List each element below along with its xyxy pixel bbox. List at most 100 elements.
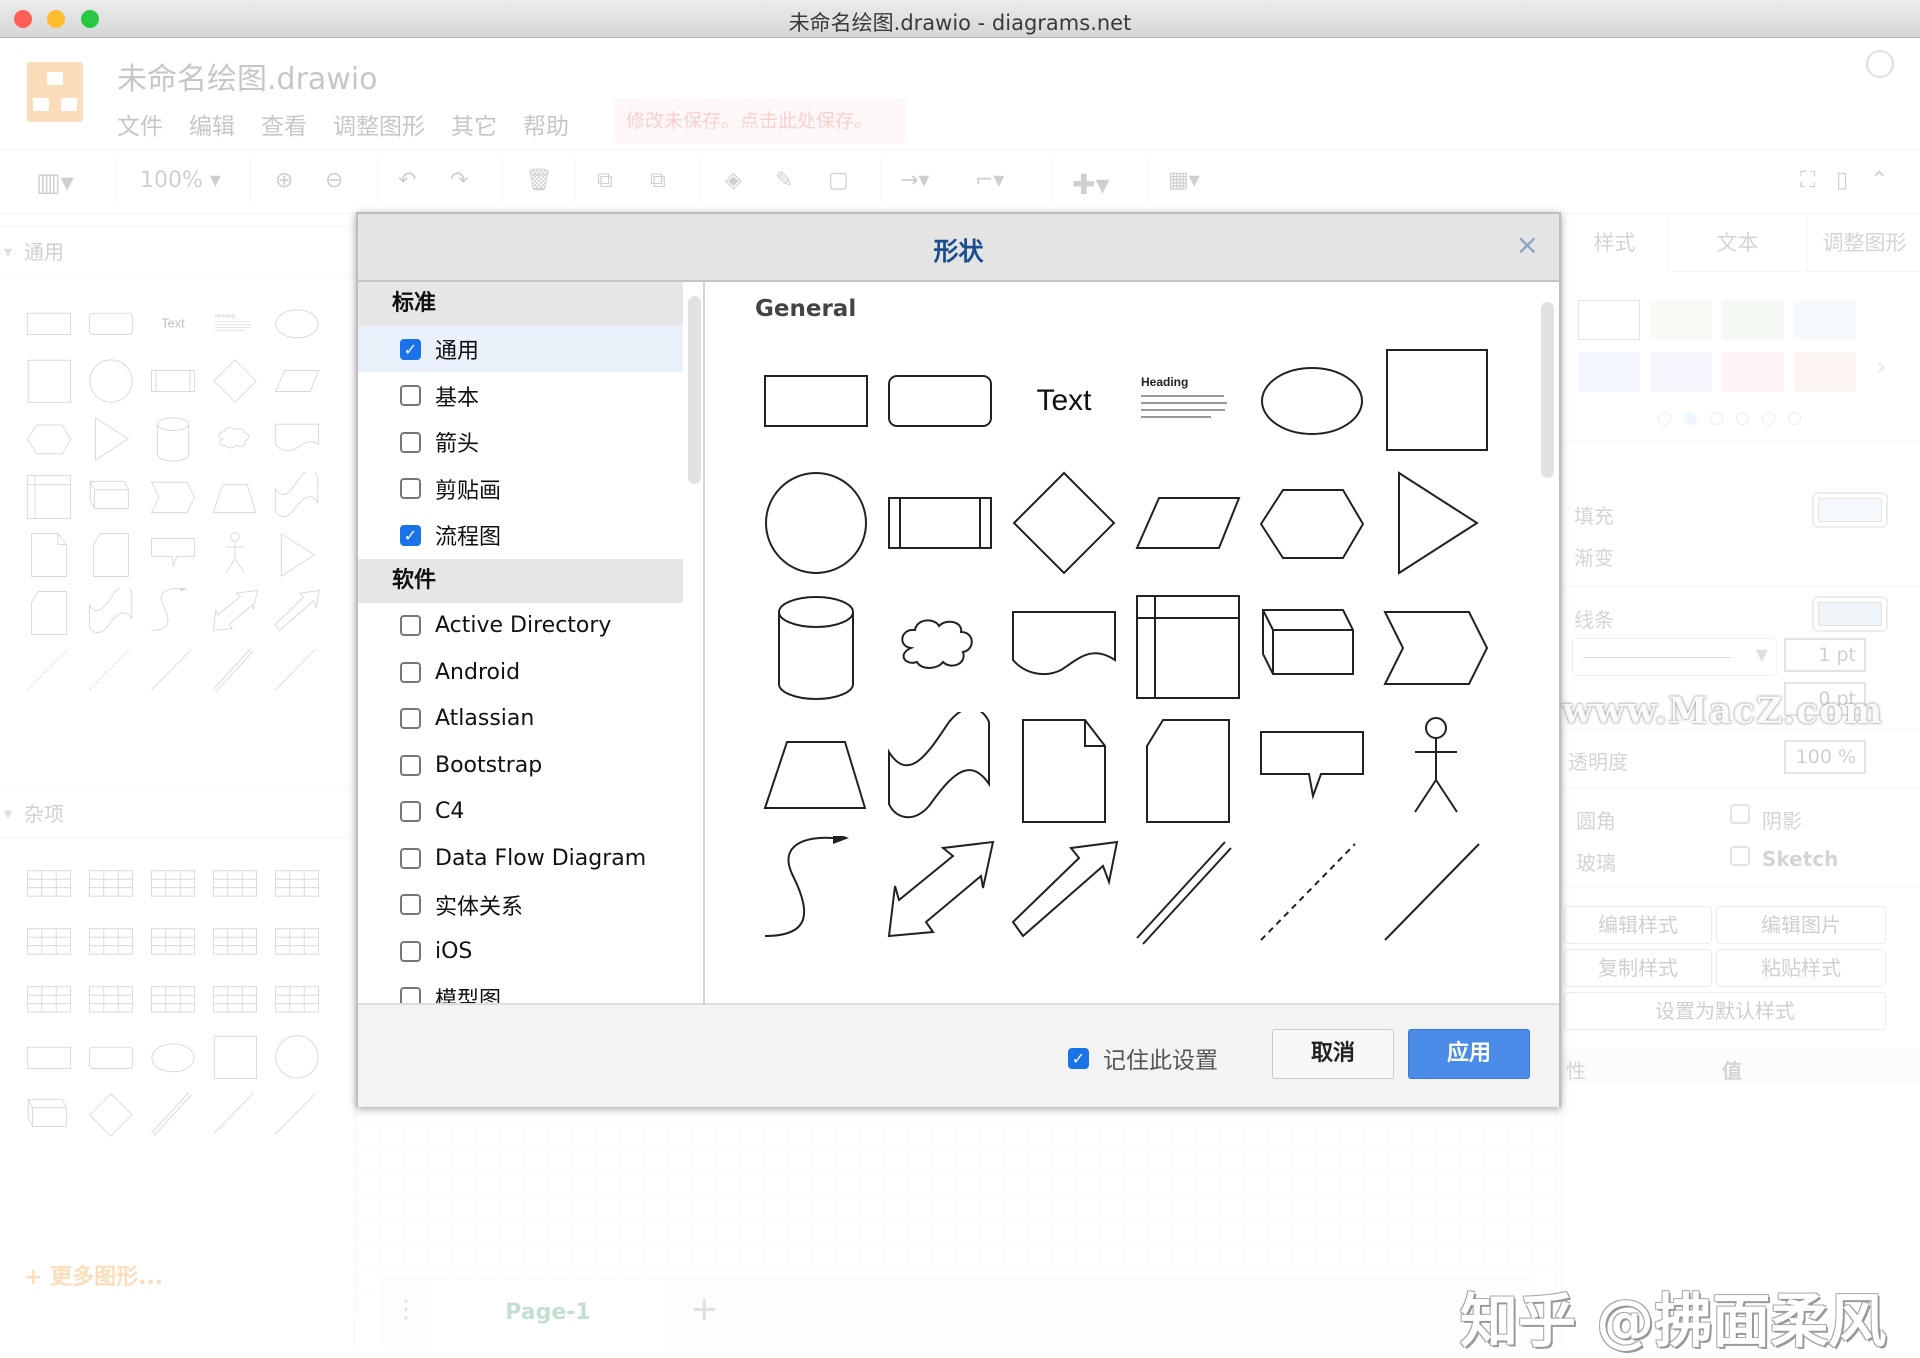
sidebar-shape-text[interactable]: Text (142, 294, 204, 352)
sidebar-shape-rounded-rectangle[interactable] (80, 294, 142, 352)
tab-style[interactable]: 样式 (1562, 214, 1667, 272)
style-swatch[interactable] (1650, 300, 1712, 340)
library-checkbox[interactable] (400, 708, 421, 729)
library-checkbox[interactable] (400, 801, 421, 822)
sidebar-misc-shape-ellipse[interactable] (142, 1028, 204, 1086)
delete-icon[interactable]: 🗑 (525, 168, 553, 193)
library-item[interactable]: 实体关系 (358, 882, 683, 928)
zoom-in-icon[interactable]: ⊕ (275, 168, 293, 193)
shape-line[interactable] (1377, 836, 1495, 954)
sidebar-misc-table-shape[interactable] (204, 970, 266, 1028)
sketch-checkbox[interactable] (1730, 846, 1750, 866)
style-swatch[interactable] (1722, 300, 1784, 340)
library-item[interactable]: ✓ 流程图 (358, 512, 683, 558)
sidebar-misc-shape-diamond[interactable] (80, 1086, 142, 1144)
style-swatch[interactable] (1650, 352, 1712, 392)
library-item[interactable]: ✓ 通用 (358, 326, 683, 372)
sidebar-shape-internal-storage[interactable] (18, 468, 80, 526)
preview-scrollbar[interactable] (1541, 302, 1554, 478)
shape-ellipse[interactable] (1253, 340, 1371, 458)
cancel-button[interactable]: 取消 (1272, 1029, 1394, 1079)
page-tab-page-1[interactable]: Page-1 (430, 1279, 666, 1347)
sidebar-misc-table-shape[interactable] (142, 854, 204, 912)
library-checkbox[interactable] (400, 661, 421, 683)
shape-callout[interactable] (1253, 712, 1371, 830)
add-page-icon[interactable]: + (690, 1289, 719, 1329)
sidebar-shape-triangle[interactable] (80, 410, 142, 468)
shadow-icon[interactable]: ▢ (828, 168, 849, 193)
shape-note[interactable] (1005, 712, 1123, 830)
sidebar-misc-shape-rounded-rectangle[interactable] (80, 1028, 142, 1086)
library-item[interactable]: 箭头 (358, 419, 683, 465)
sidebar-shape-line[interactable] (142, 642, 204, 700)
line-color-icon[interactable]: ✎ (775, 168, 793, 193)
copy-style-button[interactable]: 复制样式 (1564, 949, 1712, 987)
to-back-icon[interactable]: ⧉ (650, 168, 666, 193)
library-list-scrollbar[interactable] (688, 296, 701, 484)
shape-cylinder[interactable] (757, 588, 875, 706)
tab-text[interactable]: 文本 (1667, 214, 1807, 272)
sidebar-shape-double-block-arrow[interactable] (204, 584, 266, 642)
remember-checkbox[interactable]: ✓ (1068, 1047, 1089, 1069)
sidebar-misc-shape-square[interactable] (204, 1028, 266, 1086)
sidebar-misc-table-shape[interactable] (266, 970, 328, 1028)
zoom-out-icon[interactable]: ⊖ (325, 168, 343, 193)
library-item[interactable]: C4 (358, 789, 683, 835)
menu-edit[interactable]: 编辑 (189, 107, 235, 141)
fill-color-icon[interactable]: ◈ (725, 168, 742, 193)
shape-card[interactable] (1129, 712, 1247, 830)
shape-arrow[interactable] (757, 960, 875, 1003)
more-shapes-button[interactable]: + 更多图形... (24, 1259, 163, 1291)
format-panel-toggle-icon[interactable]: ▥▾ (36, 168, 74, 198)
library-item[interactable]: Atlassian (358, 696, 683, 742)
sidebar-shape-diamond[interactable] (204, 352, 266, 410)
waypoints-icon[interactable]: ⌐▾ (975, 168, 1004, 193)
sidebar-misc-shape-cube[interactable] (18, 1086, 80, 1144)
sidebar-shape-rectangle[interactable] (18, 294, 80, 352)
shape-process[interactable] (881, 464, 999, 582)
library-checkbox[interactable] (400, 754, 421, 776)
line-color-picker[interactable] (1812, 596, 1888, 632)
sidebar-misc-shape-line[interactable] (204, 1086, 266, 1144)
menu-view[interactable]: 查看 (261, 107, 307, 141)
library-checkbox[interactable]: ✓ (400, 524, 421, 546)
library-item[interactable]: Android (358, 649, 683, 695)
sidebar-shape-circle[interactable] (80, 352, 142, 410)
sidebar-misc-table-shape[interactable] (80, 970, 142, 1028)
sidebar-shape-step[interactable] (142, 468, 204, 526)
shape-rectangle[interactable] (757, 340, 875, 458)
sidebar-misc-table-shape[interactable] (142, 912, 204, 970)
edit-image-button[interactable]: 编辑图片 (1716, 906, 1886, 944)
shape-parallelogram[interactable] (1129, 464, 1247, 582)
sidebar-misc-shape-circle[interactable] (266, 1028, 328, 1086)
library-item[interactable]: 剪贴画 (358, 466, 683, 512)
sidebar-misc-table-shape[interactable] (142, 970, 204, 1028)
shape-diamond[interactable] (1005, 464, 1123, 582)
sidebar-shape-curved-arrow[interactable] (142, 584, 204, 642)
fullscreen-icon[interactable]: ⛶ (1800, 168, 1815, 193)
sidebar-shape-tape[interactable] (266, 468, 328, 526)
shape-square[interactable] (1377, 340, 1495, 458)
sidebar-shape-triangle[interactable] (266, 526, 328, 584)
sidebar-shape-cylinder[interactable] (142, 410, 204, 468)
apply-button[interactable]: 应用 (1408, 1029, 1530, 1079)
style-swatch[interactable] (1794, 300, 1856, 340)
shape-dashed-line[interactable] (1253, 836, 1371, 954)
library-checkbox[interactable] (400, 478, 421, 499)
library-checkbox[interactable] (400, 615, 421, 636)
shape-arrow[interactable] (881, 960, 999, 1003)
sidebar-shape-square[interactable] (18, 352, 80, 410)
sidebar-misc-table-shape[interactable] (80, 912, 142, 970)
sidebar-section-general[interactable]: 通用 (0, 226, 355, 277)
sidebar-misc-table-shape[interactable] (18, 970, 80, 1028)
menu-extras[interactable]: 其它 (451, 107, 497, 141)
line-width-input[interactable]: 1 pt (1784, 638, 1866, 672)
edit-style-button[interactable]: 编辑样式 (1564, 906, 1712, 944)
shape-double-block-arrow[interactable] (881, 836, 999, 954)
sidebar-shape-card[interactable] (18, 584, 80, 642)
next-swatches-chevron-icon[interactable]: › (1876, 352, 1886, 382)
shape-document[interactable] (1005, 588, 1123, 706)
library-checkbox[interactable] (400, 431, 421, 453)
sidebar-misc-shape-rectangle[interactable] (18, 1028, 80, 1086)
shape-cloud[interactable] (881, 588, 999, 706)
